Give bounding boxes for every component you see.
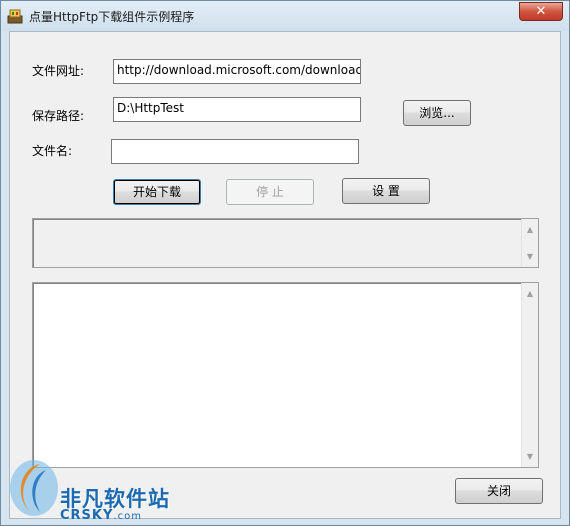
- title-bar[interactable]: 点量HttpFtp下载组件示例程序 ✕: [1, 1, 569, 31]
- window-title: 点量HttpFtp下载组件示例程序: [29, 10, 195, 24]
- watermark-domain: CRSKY.com: [60, 508, 142, 523]
- watermark-domain-name: CRSKY: [60, 508, 114, 523]
- filename-input[interactable]: [111, 139, 359, 164]
- scroll-up-arrow-icon[interactable]: ▲: [522, 221, 538, 238]
- log-scrollbar[interactable]: ▲ ▼: [521, 283, 538, 467]
- log-textarea[interactable]: ▲ ▼: [32, 282, 539, 468]
- url-input[interactable]: http://download.microsoft.com/download/8…: [113, 59, 361, 84]
- scroll-down-arrow-icon[interactable]: ▼: [522, 448, 538, 465]
- settings-button[interactable]: 设 置: [342, 178, 430, 204]
- client-area: 文件网址: http://download.microsoft.com/down…: [9, 31, 561, 519]
- app-icon: [7, 9, 23, 24]
- save-path-input[interactable]: D:\HttpTest: [113, 97, 361, 122]
- watermark-tld: .com: [113, 511, 142, 522]
- main-window: 点量HttpFtp下载组件示例程序 ✕ 文件网址: http://downloa…: [0, 0, 570, 526]
- window-close-button[interactable]: ✕: [519, 2, 563, 21]
- save-path-label: 保存路径:: [32, 109, 85, 123]
- url-label: 文件网址:: [32, 64, 85, 78]
- filename-label: 文件名:: [32, 144, 73, 158]
- stop-button[interactable]: 停 止: [226, 179, 314, 205]
- scroll-down-arrow-icon[interactable]: ▼: [522, 248, 538, 265]
- scroll-up-arrow-icon[interactable]: ▲: [522, 285, 538, 302]
- status-textarea[interactable]: ▲ ▼: [32, 218, 539, 268]
- status-scrollbar[interactable]: ▲ ▼: [521, 219, 538, 267]
- start-download-button[interactable]: 开始下载: [113, 179, 201, 205]
- close-button[interactable]: 关闭: [455, 478, 543, 504]
- browse-button[interactable]: 浏览...: [403, 100, 471, 126]
